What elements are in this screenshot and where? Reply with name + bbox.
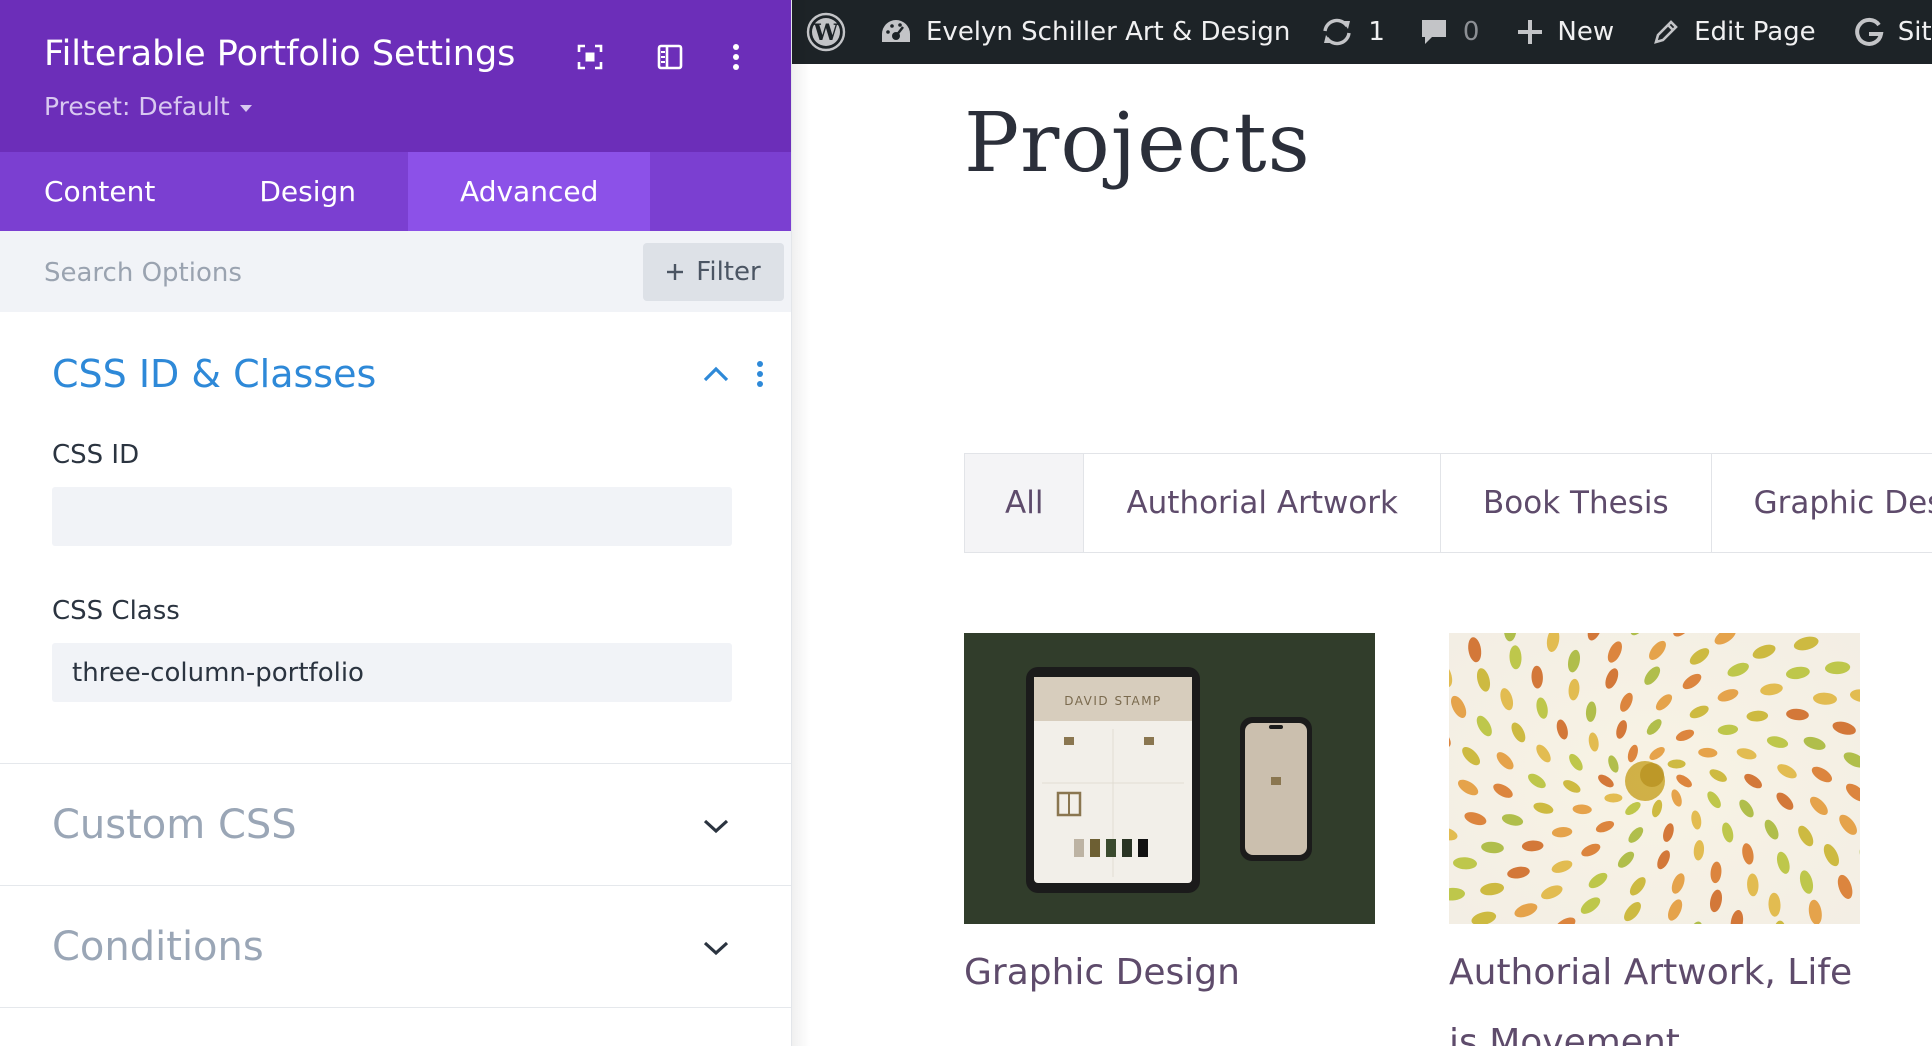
site-name-menu[interactable]: Evelyn Schiller Art & Design <box>860 0 1304 64</box>
tab-advanced[interactable]: Advanced <box>408 152 651 231</box>
filter-authorial-artwork[interactable]: Authorial Artwork <box>1084 454 1442 552</box>
portfolio-thumbnail[interactable]: DAVID STAMP <box>964 633 1375 924</box>
comment-bubble-icon <box>1419 17 1449 47</box>
custom-css-section[interactable]: Custom CSS <box>0 764 791 886</box>
wp-admin-bar: W Evelyn Schiller Art & Design 1 0 New E… <box>792 0 1932 64</box>
filter-graphic-design[interactable]: Graphic Des <box>1711 454 1932 552</box>
comments-menu[interactable]: 0 <box>1399 0 1494 64</box>
site-kit-menu[interactable]: Site K <box>1830 0 1932 64</box>
site-kit-label: Site K <box>1897 17 1932 47</box>
site-name: Evelyn Schiller Art & Design <box>926 17 1291 47</box>
edit-page-link[interactable]: Edit Page <box>1628 0 1830 64</box>
chevron-down-icon[interactable] <box>700 932 732 964</box>
panel-title: Filterable Portfolio Settings <box>44 34 516 74</box>
updates-icon <box>1320 17 1354 47</box>
search-options-input[interactable] <box>44 251 604 295</box>
settings-panel: Filterable Portfolio Settings Preset: De… <box>0 0 792 1046</box>
updates-count: 1 <box>1368 17 1385 47</box>
tab-design[interactable]: Design <box>207 152 408 231</box>
filter-book-thesis[interactable]: Book Thesis <box>1441 454 1712 552</box>
conditions-section[interactable]: Conditions <box>0 886 791 1008</box>
chevron-up-icon[interactable] <box>700 358 732 390</box>
plus-icon <box>1517 19 1543 45</box>
portfolio-item[interactable]: Authorial Artwork, Life is Movement <box>1449 633 1860 1046</box>
portfolio-item-title[interactable]: Graphic Design <box>964 938 1375 1008</box>
edit-page-label: Edit Page <box>1694 17 1816 47</box>
panel-shadow <box>792 0 810 1046</box>
preset-label: Preset: Default <box>44 92 230 121</box>
css-id-label: CSS ID <box>52 440 140 470</box>
chevron-down-icon[interactable] <box>700 810 732 842</box>
css-class-label: CSS Class <box>52 596 180 626</box>
fullscreen-icon[interactable] <box>573 40 607 74</box>
tab-content[interactable]: Content <box>0 152 207 231</box>
filter-label: Filter <box>696 257 761 287</box>
css-class-input[interactable] <box>52 643 732 702</box>
updates-menu[interactable]: 1 <box>1304 0 1399 64</box>
pencil-icon <box>1652 18 1680 46</box>
page-title: Projects <box>964 96 1311 191</box>
comments-count: 0 <box>1462 17 1480 47</box>
section-title[interactable]: CSS ID & Classes <box>52 352 376 396</box>
layout-toggle-icon[interactable] <box>653 40 687 74</box>
portfolio-item-title[interactable]: Authorial Artwork, Life is Movement <box>1449 938 1860 1046</box>
plus-icon <box>667 264 684 280</box>
page-preview: W Evelyn Schiller Art & Design 1 0 New E… <box>792 0 1932 1046</box>
portfolio-item[interactable]: DAVID STAMP Graphic Design <box>964 633 1375 1008</box>
thumb-brand-text: DAVID STAMP <box>1064 694 1162 708</box>
more-options-icon[interactable] <box>719 40 753 74</box>
google-g-icon <box>1854 17 1884 47</box>
dashboard-icon <box>880 18 912 46</box>
new-label: New <box>1557 17 1615 47</box>
css-id-classes-section: CSS ID & Classes CSS ID CSS Class <box>0 312 791 764</box>
filter-button[interactable]: Filter <box>643 243 784 301</box>
portfolio-thumbnail[interactable] <box>1449 633 1860 924</box>
settings-tabs: Content Design Advanced <box>0 152 791 231</box>
preset-dropdown[interactable]: Preset: Default <box>44 92 252 121</box>
svg-text:W: W <box>813 20 839 46</box>
panel-header: Filterable Portfolio Settings Preset: De… <box>0 0 791 152</box>
new-content-menu[interactable]: New <box>1493 0 1628 64</box>
css-id-input[interactable] <box>52 487 732 546</box>
caret-down-icon <box>239 104 252 112</box>
section-title: Conditions <box>52 924 264 970</box>
filter-all[interactable]: All <box>965 454 1085 552</box>
portfolio-filter-bar: All Authorial Artwork Book Thesis Graphi… <box>964 453 1932 553</box>
section-title: Custom CSS <box>52 802 297 848</box>
section-options-icon[interactable] <box>746 358 774 390</box>
